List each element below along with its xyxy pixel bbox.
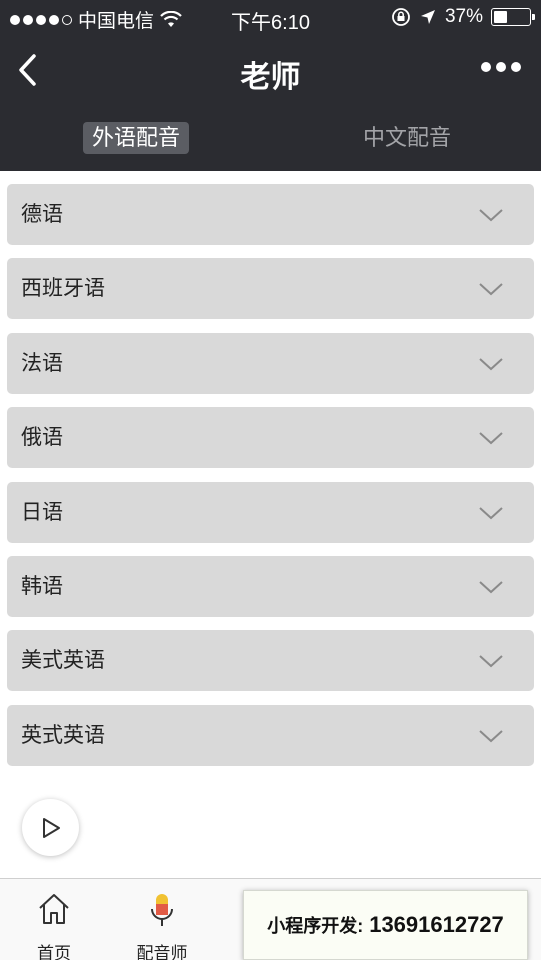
page-title: 老师 (240, 61, 301, 94)
language-item-korean[interactable]: 韩语 (7, 556, 534, 617)
language-item-spanish[interactable]: 西班牙语 (7, 258, 534, 319)
chevron-down-icon (479, 655, 503, 668)
battery-percent: 37% (444, 6, 483, 27)
chevron-down-icon (479, 358, 503, 371)
location-icon (420, 10, 435, 24)
rotation-lock-icon (392, 8, 410, 26)
play-icon (42, 817, 60, 838)
more-options-icon[interactable] (481, 62, 521, 72)
chevron-down-icon (479, 507, 503, 520)
bottom-tab-voice-actor[interactable]: 配音师 (108, 879, 216, 960)
chevron-down-icon (479, 730, 503, 743)
tab-foreign-dubbing[interactable]: 外语配音 (83, 122, 190, 154)
language-label: 日语 (21, 501, 63, 524)
language-label: 西班牙语 (21, 277, 105, 300)
language-label: 美式英语 (21, 649, 105, 672)
chevron-down-icon (479, 209, 503, 222)
language-item-french[interactable]: 法语 (7, 333, 534, 394)
status-bar: 中国电信 下午6:10 37% (0, 0, 541, 36)
language-item-american-english[interactable]: 美式英语 (7, 630, 534, 691)
home-icon (39, 894, 69, 924)
chevron-down-icon (479, 581, 503, 594)
bottom-tab-label: 首页 (37, 944, 71, 960)
bottom-tab-home[interactable]: 首页 (0, 879, 108, 960)
language-label: 韩语 (21, 575, 63, 598)
language-item-british-english[interactable]: 英式英语 (7, 705, 534, 766)
microphone-icon (151, 894, 173, 926)
play-button[interactable] (22, 799, 79, 856)
language-item-japanese[interactable]: 日语 (7, 482, 534, 543)
battery-icon (491, 8, 535, 26)
language-item-german[interactable]: 德语 (7, 184, 534, 245)
language-label: 法语 (21, 352, 63, 375)
chevron-down-icon (479, 283, 503, 296)
language-item-russian[interactable]: 俄语 (7, 407, 534, 468)
language-label: 德语 (21, 203, 63, 226)
language-label: 俄语 (21, 426, 63, 449)
promo-banner: 小程序开发: 13691612727 (243, 890, 528, 960)
tab-chinese-dubbing[interactable]: 中文配音 (354, 122, 460, 154)
promo-label: 小程序开发: (267, 916, 364, 936)
status-right: 37% (391, 6, 535, 28)
promo-phone: 13691612727 (369, 912, 504, 937)
navigation-bar: 老师 (0, 36, 541, 106)
chevron-down-icon (479, 432, 503, 445)
tab-bar: 外语配音 中文配音 (0, 106, 541, 171)
language-label: 英式英语 (21, 724, 105, 747)
bottom-tab-label: 配音师 (136, 944, 188, 960)
